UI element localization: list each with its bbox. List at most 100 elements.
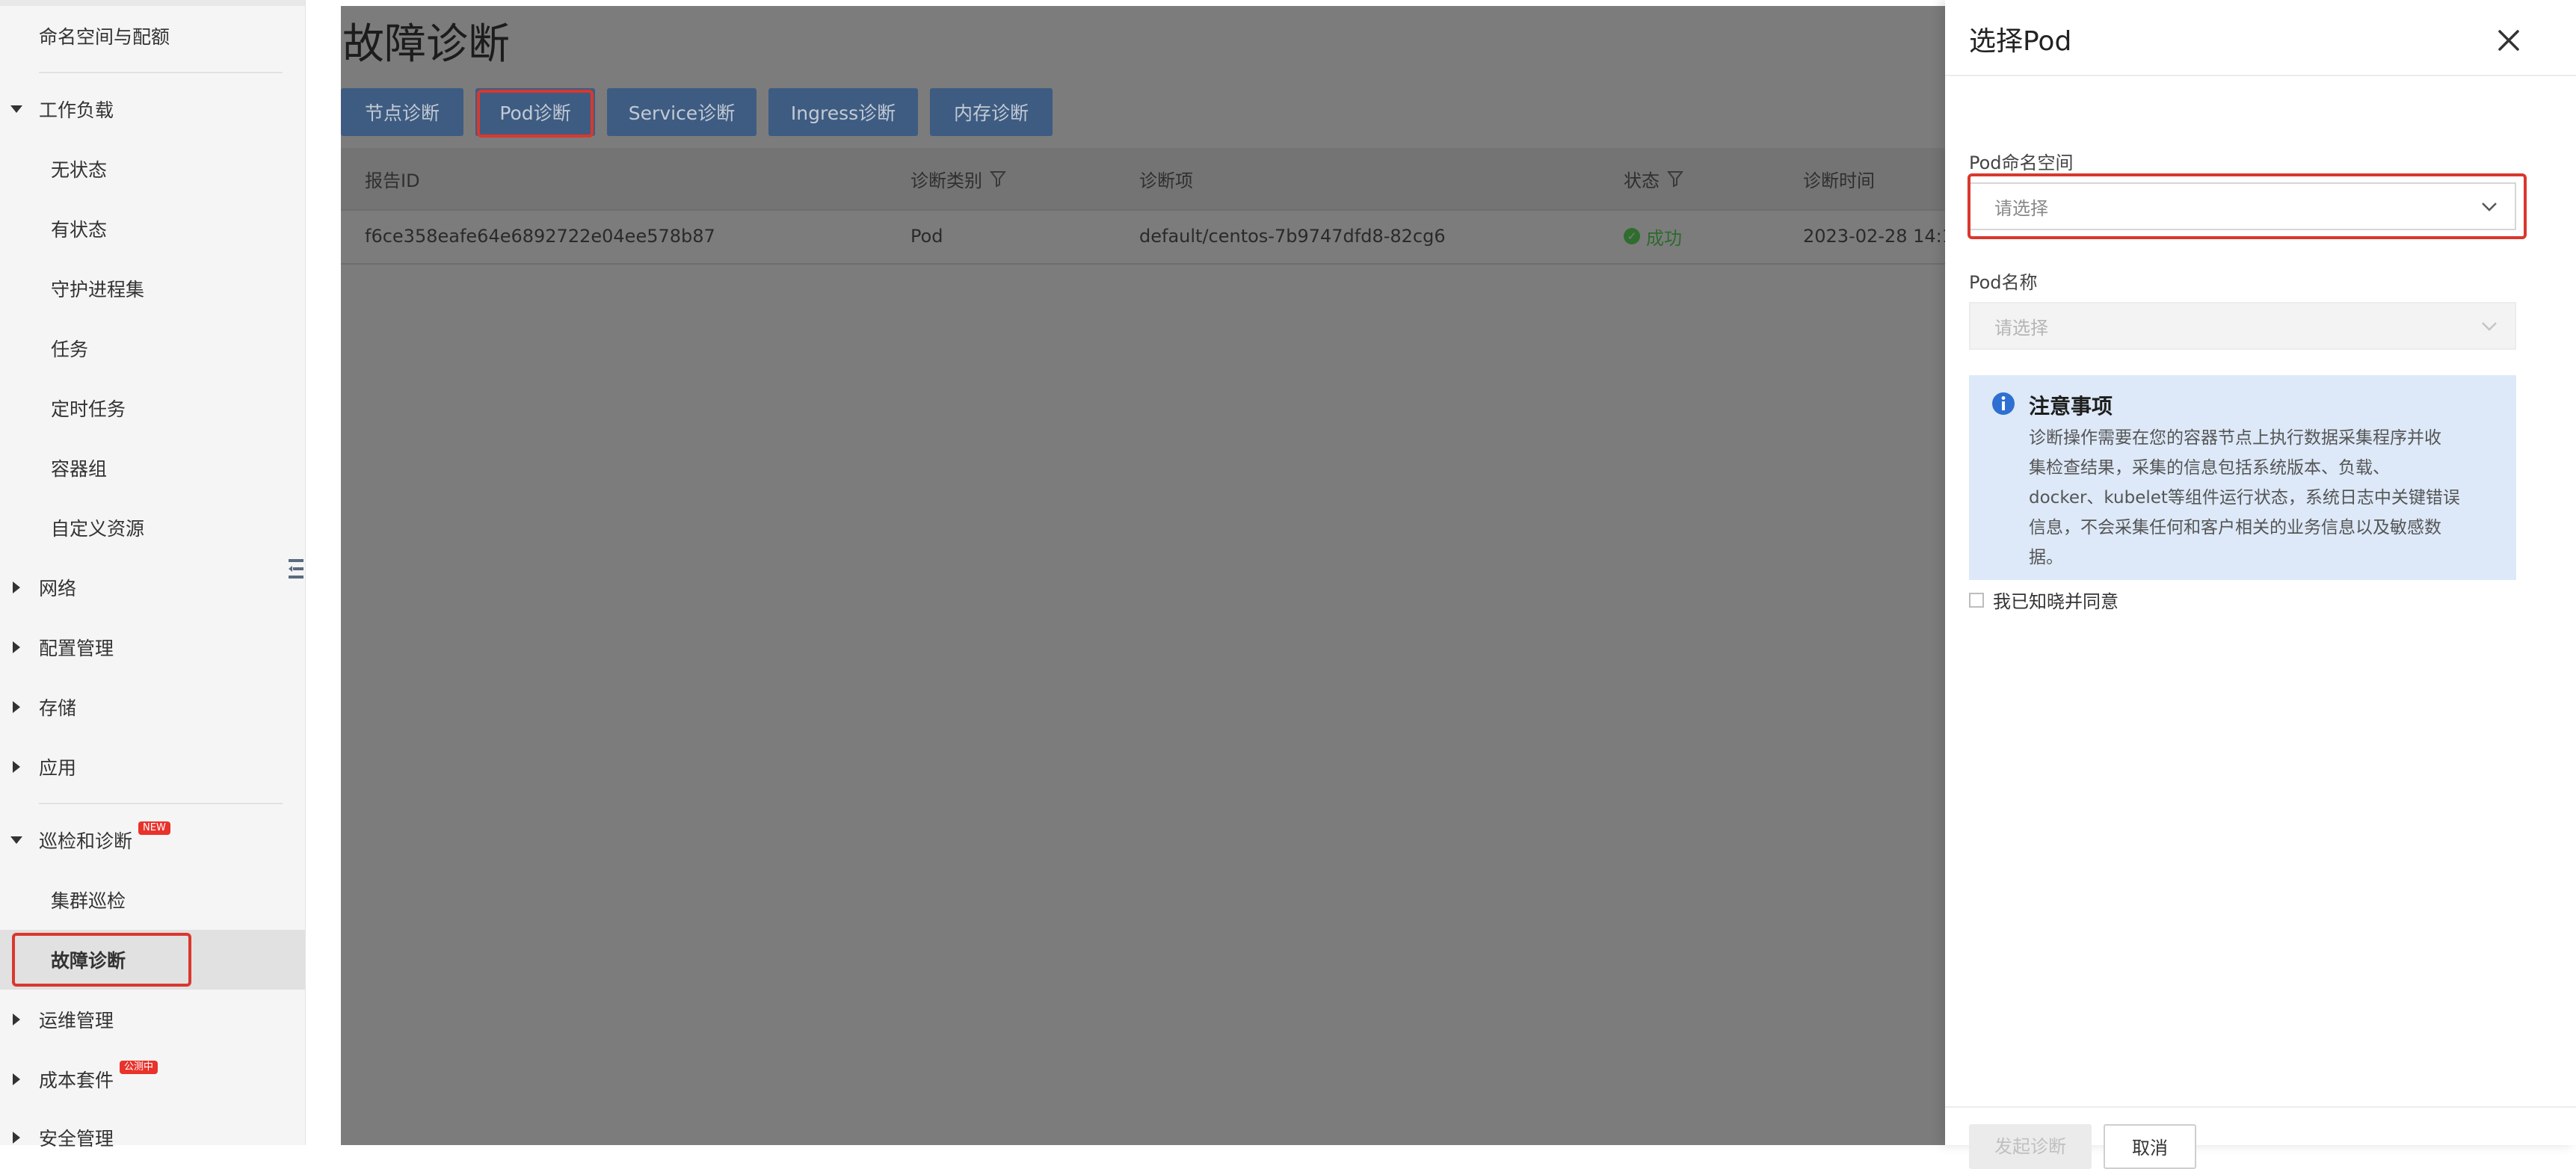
sidebar-item-fault-diagnosis[interactable]: 故障诊断	[0, 930, 305, 990]
sidebar-item-cluster-inspection[interactable]: 集群巡检	[0, 877, 305, 922]
sidebar-group-security[interactable]: 安全管理	[0, 1115, 305, 1160]
agree-checkbox-row[interactable]: 我已知晓并同意	[1969, 587, 2119, 613]
page-title: 故障诊断	[342, 20, 510, 69]
namespace-select[interactable]: 请选择	[1969, 182, 2516, 230]
chevron-down-icon	[2482, 203, 2497, 212]
sidebar-item-daemonsets[interactable]: 守护进程集	[0, 266, 305, 311]
sidebar-group-storage[interactable]: 存储	[0, 685, 305, 730]
caret-down-icon	[10, 836, 22, 844]
sidebar-item-label: 网络	[39, 578, 77, 599]
filter-icon[interactable]	[1667, 170, 1683, 188]
table-row[interactable]: f6ce358eafe64e6892722e04ee578b87 Pod def…	[341, 209, 1945, 265]
chevron-down-icon	[2482, 322, 2497, 331]
collapse-sidebar-icon[interactable]	[287, 556, 305, 582]
sidebar-item-label: 运维管理	[39, 1010, 114, 1031]
pod-name-select[interactable]: 请选择	[1969, 302, 2516, 350]
sidebar-item-label: 配置管理	[39, 638, 114, 659]
caret-right-icon	[13, 641, 20, 653]
sidebar-top-strip	[0, 0, 305, 6]
info-icon	[1992, 392, 2015, 415]
cell-category: Pod	[910, 226, 943, 247]
pod-name-select-placeholder: 请选择	[1994, 317, 2048, 339]
sidebar-item-label: 任务	[51, 339, 89, 360]
notice-line: 据。	[2029, 548, 2063, 567]
column-time: 诊断时间	[1803, 170, 1875, 191]
sidebar-item-label: 存储	[39, 697, 77, 719]
sidebar-item-label: 成本套件	[39, 1070, 114, 1091]
sidebar-group-operations[interactable]: 运维管理	[0, 997, 305, 1042]
sidebar-item-label: 容器组	[51, 458, 108, 480]
sidebar-item-namespace-quota[interactable]: 命名空间与配额	[0, 13, 305, 58]
notice-line: 信息，不会采集任何和客户相关的业务信息以及敏感数	[2029, 518, 2441, 537]
tab-node-diagnosis[interactable]: 节点诊断	[341, 88, 463, 136]
sidebar-group-config[interactable]: 配置管理	[0, 625, 305, 670]
sidebar-item-label: 无状态	[51, 159, 108, 181]
sidebar-item-pods[interactable]: 容器组	[0, 445, 305, 490]
tab-service-diagnosis[interactable]: Service诊断	[607, 88, 757, 136]
sidebar-item-label: 故障诊断	[51, 950, 126, 972]
agree-checkbox[interactable]	[1969, 592, 1984, 608]
sidebar-item-statefulsets[interactable]: 有状态	[0, 206, 305, 251]
sidebar-item-label: 有状态	[51, 219, 108, 241]
sidebar-item-label: 命名空间与配额	[39, 26, 170, 48]
close-icon[interactable]	[2494, 25, 2524, 55]
main-content: 故障诊断 节点诊断 Pod诊断 Service诊断 Ingress诊断 内存诊断…	[341, 6, 1945, 1145]
notice-box: 注意事项 诊断操作需要在您的容器节点上执行数据采集程序并收 集检查结果，采集的信…	[1969, 375, 2516, 580]
caret-down-icon	[10, 105, 22, 113]
table-header: 报告ID 诊断类别 诊断项 状态 诊断时间	[341, 148, 1945, 211]
filter-icon[interactable]	[990, 170, 1006, 188]
start-diagnosis-button[interactable]: 发起诊断	[1969, 1124, 2092, 1169]
caret-right-icon	[13, 701, 20, 713]
sidebar: 命名空间与配额 工作负载 无状态 有状态 守护进程集 任务 定时任务 容器组 自…	[0, 0, 306, 1150]
sidebar-group-network[interactable]: 网络	[0, 565, 305, 610]
namespace-select-placeholder: 请选择	[1994, 197, 2048, 219]
sidebar-divider	[39, 803, 283, 804]
sidebar-item-cronjobs[interactable]: 定时任务	[0, 386, 305, 431]
notice-line: 诊断操作需要在您的容器节点上执行数据采集程序并收	[2029, 428, 2441, 448]
caret-right-icon	[13, 761, 20, 773]
agree-label: 我已知晓并同意	[1993, 591, 2119, 612]
caret-right-icon	[13, 1132, 20, 1144]
beta-badge: 公测中	[120, 1061, 158, 1074]
status-text: 成功	[1646, 227, 1682, 249]
sidebar-group-workloads[interactable]: 工作负载	[0, 87, 305, 132]
sidebar-item-label: 工作负载	[39, 99, 114, 121]
column-status-label: 状态	[1624, 170, 1660, 191]
sidebar-item-label: 自定义资源	[51, 518, 145, 540]
notice-line: 集检查结果，采集的信息包括系统版本、负载、	[2029, 458, 2390, 478]
caret-right-icon	[13, 1014, 20, 1025]
sidebar-item-deployments[interactable]: 无状态	[0, 146, 305, 191]
sidebar-item-label: 定时任务	[51, 398, 126, 420]
sidebar-item-label: 集群巡检	[51, 890, 126, 912]
column-category-label: 诊断类别	[910, 170, 982, 191]
tab-ingress-diagnosis[interactable]: Ingress诊断	[768, 88, 918, 136]
column-status[interactable]: 状态	[1624, 148, 1683, 209]
caret-right-icon	[13, 582, 20, 593]
sidebar-item-label: 安全管理	[39, 1128, 114, 1150]
status-success: ✓ 成功	[1624, 223, 1682, 250]
pod-name-label: Pod名称	[1969, 272, 2038, 293]
tab-memory-diagnosis[interactable]: 内存诊断	[930, 88, 1053, 136]
sidebar-item-label: 应用	[39, 757, 77, 779]
notice-title: 注意事项	[2029, 394, 2113, 419]
sidebar-item-custom-resources[interactable]: 自定义资源	[0, 505, 305, 550]
drawer-footer-divider	[1945, 1106, 2576, 1108]
caret-right-icon	[13, 1073, 20, 1085]
new-badge: NEW	[138, 821, 170, 835]
column-category[interactable]: 诊断类别	[910, 148, 1006, 209]
namespace-label: Pod命名空间	[1969, 152, 2074, 173]
select-pod-drawer: 选择Pod Pod命名空间 请选择 Pod名称 请选择 注意事项 诊断操作需要在…	[1945, 0, 2576, 1169]
sidebar-group-applications[interactable]: 应用	[0, 744, 305, 789]
drawer-title: 选择Pod	[1969, 26, 2072, 57]
cell-status: ✓ 成功	[1624, 209, 1682, 263]
sidebar-item-jobs[interactable]: 任务	[0, 326, 305, 371]
sidebar-group-inspection-diagnosis[interactable]: 巡检和诊断 NEW	[0, 818, 305, 863]
sidebar-group-cost-suite[interactable]: 成本套件 公测中	[0, 1057, 305, 1102]
sidebar-item-label: 守护进程集	[51, 279, 145, 300]
column-report-id: 报告ID	[365, 170, 420, 191]
tab-pod-diagnosis[interactable]: Pod诊断	[475, 88, 595, 136]
sidebar-item-label: 巡检和诊断	[39, 830, 133, 852]
check-circle-icon: ✓	[1624, 228, 1640, 244]
cancel-button[interactable]: 取消	[2104, 1124, 2196, 1169]
column-item: 诊断项	[1139, 170, 1193, 191]
